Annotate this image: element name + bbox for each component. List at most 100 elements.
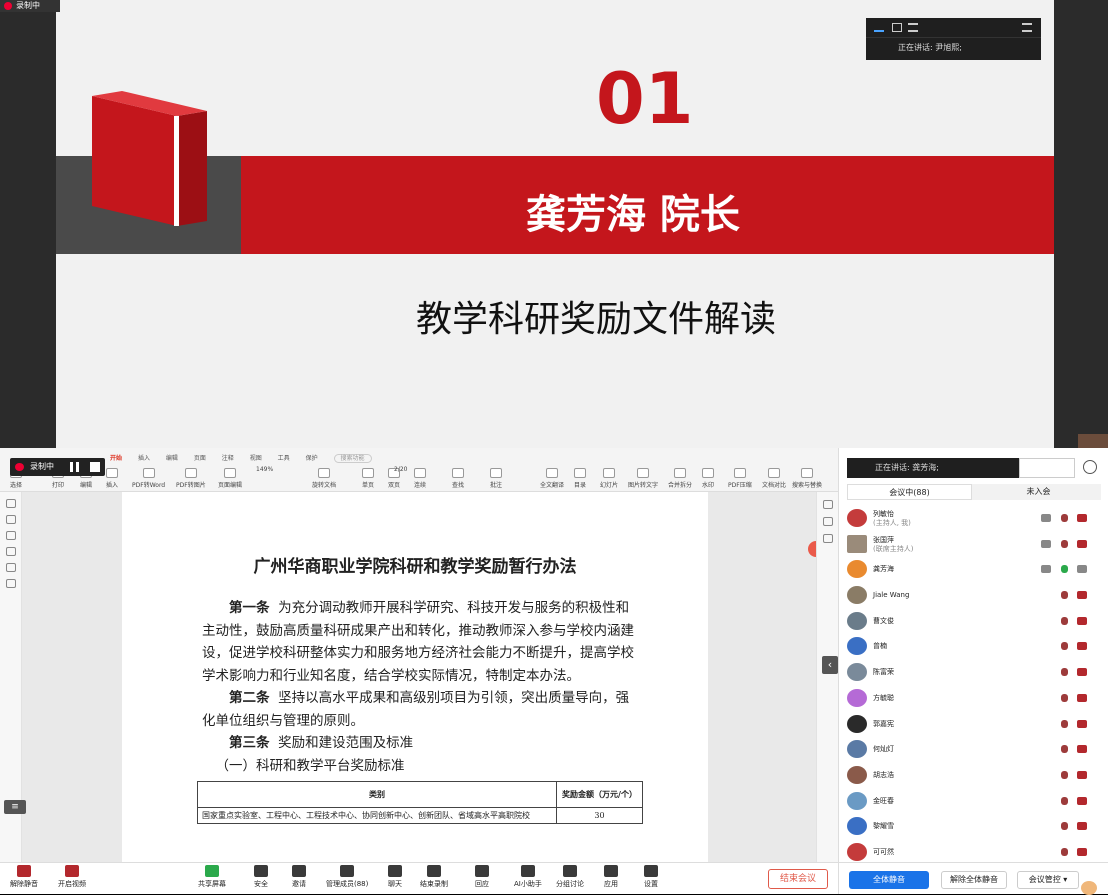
add-user-icon[interactable] [1083,460,1097,474]
tab-page[interactable]: 页面 [194,455,206,462]
continuous[interactable]: 连续 [414,468,426,489]
mic-off-icon[interactable] [1061,847,1068,856]
compare-tool[interactable]: 文档对比 [762,468,786,489]
mic-off-icon[interactable] [1061,745,1068,754]
chat-button[interactable]: 聊天 [388,865,402,889]
camera-off-icon[interactable] [1077,668,1087,677]
find-tool[interactable]: 查找 [452,468,464,489]
tab-not-joined[interactable]: 未入会 [976,484,1101,500]
mic-off-icon[interactable] [1061,616,1068,625]
list-item[interactable]: 郭嘉宪 [839,712,1108,738]
camera-off-icon[interactable] [1077,796,1087,805]
merge-split[interactable]: 合并拆分 [668,468,692,489]
attachment-icon[interactable] [5,563,16,572]
comment-icon[interactable] [5,531,16,540]
pdf-to-image[interactable]: PDF转图片 [176,468,206,489]
end-recording-button[interactable]: 结束录制 [420,865,448,889]
slideshow-tool[interactable]: 幻灯片 [600,468,618,489]
breakout-button[interactable]: 分组讨论 [556,865,584,889]
mute-all-button[interactable]: 全体静音 [849,871,929,889]
window-icon[interactable] [892,23,902,32]
list-icon[interactable] [908,23,918,32]
page-edit[interactable]: 页面编辑 [218,468,242,489]
property-icon[interactable] [822,500,833,509]
pdf-viewport[interactable]: 广州华商职业学院科研和教学奖励暂行办法 第一条 为充分调动教师开展科学研究、科技… [22,492,816,862]
compress-tool[interactable]: PDF压缩 [728,468,752,489]
search-replace[interactable]: 搜索与替换 [792,468,822,489]
minimize-icon[interactable] [874,23,884,32]
camera-off-icon[interactable] [1077,591,1087,600]
end-meeting-button[interactable]: 结束会议 [768,869,828,889]
settings-button[interactable]: 设置 [644,865,658,889]
list-item[interactable]: 方毓聪 [839,686,1108,712]
react-button[interactable]: 回应 [475,865,489,889]
mic-off-icon[interactable] [1061,719,1068,728]
share-screen-button[interactable]: 共享屏幕 [198,865,226,889]
camera-off-icon[interactable] [1077,822,1087,831]
mic-off-icon[interactable] [1061,642,1068,651]
list-item[interactable]: 何灿灯 [839,737,1108,763]
list-item[interactable]: 列敏怡 (主持人, 我) [839,506,1108,532]
ocr-tool[interactable]: 图片转文字 [628,468,658,489]
camera-off-icon[interactable] [1077,847,1087,856]
invite-button[interactable]: 邀请 [292,865,306,889]
stop-icon[interactable] [90,462,100,472]
ai-assistant-button[interactable]: AI小助手 [514,865,542,889]
mic-off-icon[interactable] [1061,539,1068,548]
unmute-all-button[interactable]: 解除全体静音 [941,871,1007,889]
unmute-button[interactable]: 解除静音 [10,865,38,889]
mic-off-icon[interactable] [1061,668,1068,677]
camera-off-icon[interactable] [1077,539,1087,548]
camera-off-icon[interactable] [1077,642,1087,651]
list-item[interactable]: 张国萍 (联席主持人) [839,532,1108,558]
video-thumbnail[interactable] [1078,434,1108,448]
mic-off-icon[interactable] [1061,591,1068,600]
tab-in-meeting[interactable]: 会议中(88) [847,484,972,500]
tab-protect[interactable]: 保护 [306,455,318,462]
translate-tool[interactable]: 全文翻译 [540,468,564,489]
export-icon[interactable] [822,534,833,543]
pause-icon[interactable] [70,462,79,472]
tab-view[interactable]: 视图 [250,455,262,462]
list-item[interactable]: 陈富荣 [839,660,1108,686]
mic-off-icon[interactable] [1061,693,1068,702]
start-video-button[interactable]: 开启视频 [58,865,86,889]
list-item[interactable]: Jiale Wang [839,583,1108,609]
list-item[interactable]: 曹文俊 [839,609,1108,635]
tab-tools[interactable]: 工具 [278,455,290,462]
layer-icon[interactable] [5,579,16,588]
security-button[interactable]: 安全 [254,865,268,889]
zoom-level[interactable]: 149% [256,466,273,473]
annotate-tool[interactable]: 批注 [490,468,502,489]
tab-annotate[interactable]: 注释 [222,455,234,462]
camera-off-icon[interactable] [1077,616,1087,625]
mic-off-icon[interactable] [1061,796,1068,805]
camera-off-icon[interactable] [1077,770,1087,779]
mic-on-icon[interactable] [1061,565,1068,574]
manage-members-button[interactable]: 管理成员(88) [326,865,368,889]
meeting-control-dropdown[interactable]: 会议管控 ▾ [1017,871,1079,889]
toc-tool[interactable]: 目录 [574,468,586,489]
pdf-to-word[interactable]: PDF转Word [132,468,165,489]
list-item[interactable]: 龚芳海 [839,557,1108,583]
page-indicator[interactable]: 2/20 [394,466,407,473]
camera-icon[interactable] [1077,565,1087,574]
watermark-tool[interactable]: 水印 [702,468,714,489]
collapse-panel-button[interactable]: ‹ [822,656,838,674]
camera-off-icon[interactable] [1077,745,1087,754]
search-icon[interactable] [5,547,16,556]
tab-start[interactable]: 开始 [110,455,122,462]
mic-off-icon[interactable] [1061,770,1068,779]
apps-button[interactable]: 应用 [604,865,618,889]
tab-insert[interactable]: 插入 [138,455,150,462]
list-item[interactable]: 曾楠 [839,634,1108,660]
list-item[interactable]: 金旺春 [839,789,1108,815]
insert-tool[interactable]: 插入 [106,468,118,489]
thumbnail-icon[interactable] [5,515,16,524]
search-function[interactable]: 搜索功能 [333,454,372,463]
mic-off-icon[interactable] [1061,822,1068,831]
list-item[interactable]: 黎耀雪 [839,814,1108,840]
ai-assistant-icon[interactable] [808,541,816,557]
single-page[interactable]: 单页 [362,468,374,489]
tab-edit[interactable]: 编辑 [166,455,178,462]
